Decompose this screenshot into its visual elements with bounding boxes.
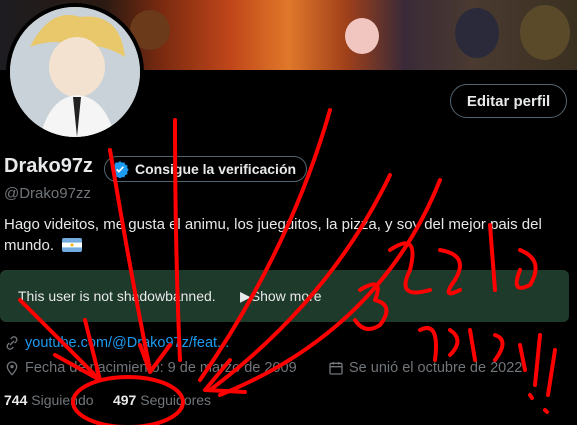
birth-date-row: Fecha de nacimiento: 9 de marzo de 2009 xyxy=(4,360,297,376)
shadowban-banner: This user is not shadowbanned. ▶Show mor… xyxy=(0,270,569,322)
bio-text: Hago videitos, me gusta el animu, los ju… xyxy=(4,216,542,254)
follow-stats: 744 Siguiendo 497 Seguidores xyxy=(4,392,211,408)
location-pin-icon xyxy=(6,361,18,376)
calendar-icon xyxy=(329,362,343,375)
banner-character xyxy=(520,5,570,60)
birth-date-text: Fecha de nacimiento: 9 de marzo de 2009 xyxy=(25,360,297,376)
verified-badge-icon xyxy=(111,161,129,178)
profile-link-row: youtube.com/@Drako97z/feat... xyxy=(4,335,229,351)
edit-profile-button[interactable]: Editar perfil xyxy=(450,84,567,118)
scribble-exclamations xyxy=(528,333,557,414)
followers-link[interactable]: 497 Seguidores xyxy=(113,392,211,408)
joined-date-text: Se unió el octubre de 2022 xyxy=(349,360,523,376)
show-more-button[interactable]: ▶Show more xyxy=(240,288,322,305)
profile-bio: Hago videitos, me gusta el animu, los ju… xyxy=(4,214,574,256)
banner-character xyxy=(345,18,379,54)
profile-link[interactable]: youtube.com/@Drako97z/feat... xyxy=(25,335,229,351)
username-handle: @Drako97zz xyxy=(4,185,91,202)
following-link[interactable]: 744 Siguiendo xyxy=(4,392,94,408)
banner-character xyxy=(455,8,499,58)
link-icon xyxy=(6,336,18,350)
joined-date-row: Se unió el octubre de 2022 xyxy=(328,360,522,376)
get-verified-button[interactable]: Consigue la verificación xyxy=(104,156,308,182)
argentina-flag-icon xyxy=(62,238,83,252)
shadowban-text: This user is not shadowbanned. xyxy=(18,288,216,304)
get-verified-label: Consigue la verificación xyxy=(135,161,297,177)
followers-count: 497 xyxy=(112,392,137,408)
followers-label: Seguidores xyxy=(140,392,212,408)
profile-avatar[interactable] xyxy=(6,3,144,141)
avatar-illustration xyxy=(10,7,140,137)
following-count: 744 xyxy=(4,392,28,408)
display-name: Drako97z xyxy=(4,155,93,177)
following-label: Siguiendo xyxy=(31,392,94,408)
